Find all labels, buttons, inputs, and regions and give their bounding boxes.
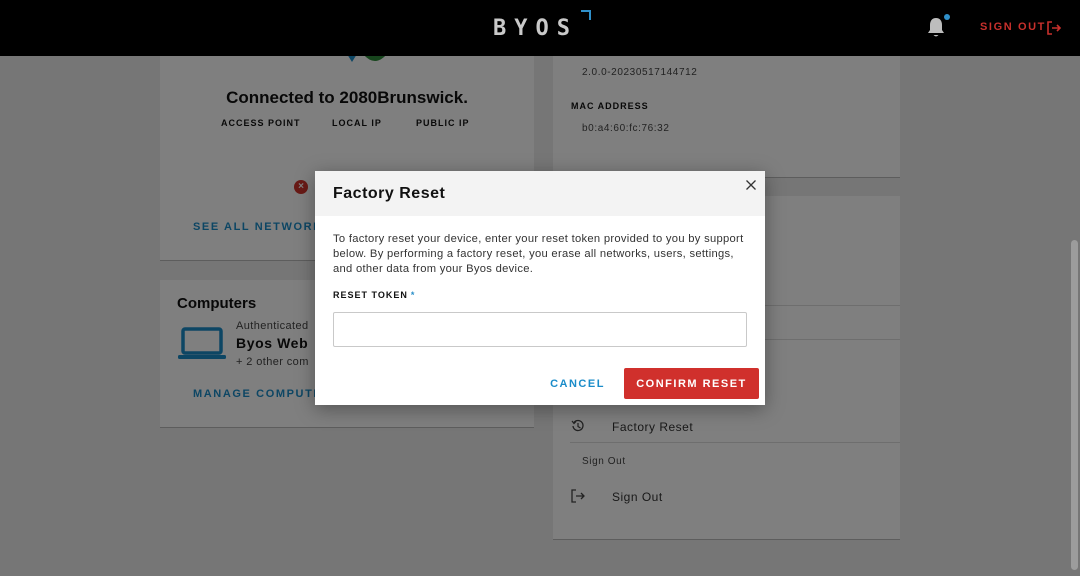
cancel-button[interactable]: CANCEL [545, 369, 610, 399]
dialog-header: Factory Reset [315, 171, 765, 216]
sign-out-icon[interactable] [1046, 20, 1062, 36]
notification-dot [944, 14, 950, 20]
close-icon[interactable] [745, 179, 757, 191]
confirm-reset-button[interactable]: CONFIRM RESET [624, 368, 759, 399]
logo-corner-mark [581, 10, 591, 20]
dialog-description: To factory reset your device, enter your… [333, 233, 744, 275]
required-indicator: * [410, 290, 416, 300]
bell-icon[interactable] [926, 17, 946, 39]
reset-token-input[interactable] [333, 312, 747, 347]
byos-logo[interactable]: BYOS [493, 10, 603, 44]
dialog-title: Factory Reset [333, 185, 446, 202]
top-bar: BYOS SIGN OUT [0, 0, 1080, 56]
reset-token-label-text: RESET TOKEN [333, 290, 408, 300]
header-sign-out-button[interactable]: SIGN OUT [980, 21, 1046, 33]
logo-text: BYOS [493, 16, 578, 41]
reset-token-label: RESET TOKEN * [333, 290, 415, 300]
page-scrollbar[interactable] [1071, 240, 1078, 570]
factory-reset-dialog: Factory Reset To factory reset your devi… [315, 171, 765, 405]
